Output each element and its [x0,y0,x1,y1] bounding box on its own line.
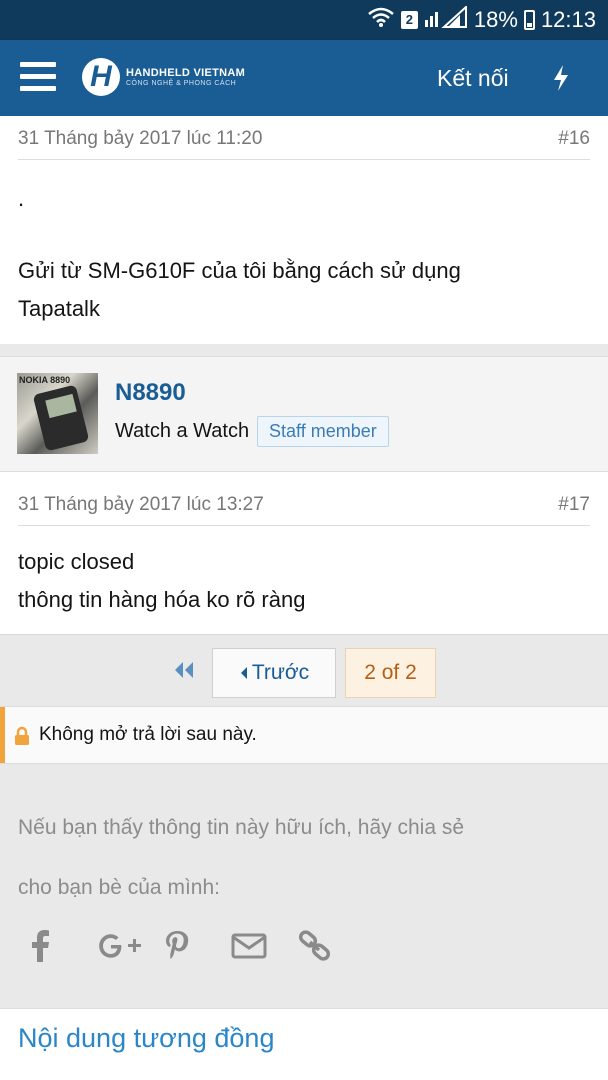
chevron-left-icon [240,667,247,679]
share-buttons [30,928,365,964]
sim-badge: 2 [400,11,418,29]
staff-badge: Staff member [257,416,389,447]
menu-icon[interactable] [20,62,56,94]
username[interactable]: N8890 [115,379,186,407]
post-date[interactable]: 31 Tháng bảy 2017 lúc 13:27 [18,494,264,516]
site-logo[interactable]: H HANDHELD VIETNAM CÔNG NGHỆ & PHONG CÁC… [82,58,245,96]
facebook-icon[interactable] [30,928,97,964]
related-content-title[interactable]: Nội dung tương đồng [18,1023,274,1054]
pagination: Trước 2 of 2 [0,634,608,706]
avatar[interactable]: NOKIA 8890 [17,373,98,454]
share-prompt: Nếu bạn thấy thông tin này hữu ích, hãy … [18,816,465,899]
signal-icon [424,4,468,34]
email-icon[interactable] [231,928,298,964]
app-header: H HANDHELD VIETNAM CÔNG NGHỆ & PHONG CÁC… [0,40,608,116]
post-date[interactable]: 31 Tháng bảy 2017 lúc 11:20 [18,128,262,150]
google-plus-icon[interactable] [97,928,164,964]
wifi-icon [367,6,395,34]
clock: 12:13 [540,7,596,32]
bolt-icon[interactable] [550,64,572,97]
link-icon[interactable] [298,928,365,964]
battery-percent: 18% [473,7,518,32]
pinterest-icon[interactable] [164,928,231,964]
current-page[interactable]: 2 of 2 [345,648,436,698]
post-number[interactable]: #17 [558,494,590,516]
first-page-icon[interactable] [173,659,195,686]
related-content: Nội dung tương đồng [0,1008,608,1080]
battery-icon [523,10,535,30]
locked-text: Không mở trả lời sau này. [39,724,257,745]
prev-page-button[interactable]: Trước [212,648,336,698]
logo-mark: H [82,58,120,96]
logo-title: HANDHELD VIETNAM [126,67,246,79]
logo-tagline: CÔNG NGHỆ & PHONG CÁCH [126,80,237,87]
user-title: Watch a Watch [115,420,250,442]
post-number[interactable]: #16 [558,128,590,150]
post-body: topic closed thông tin hàng hóa ko rõ rà… [18,549,306,612]
post-17: 31 Tháng bảy 2017 lúc 13:27 #17 topic cl… [0,472,608,634]
thread-locked-notice: Không mở trả lời sau này. [0,706,608,764]
post-author: NOKIA 8890 N8890 Watch a Watch Staff mem… [0,356,608,472]
notice-accent [0,707,5,763]
post-16: 31 Tháng bảy 2017 lúc 11:20 #16 . Gửi từ… [0,116,608,344]
connect-link[interactable]: Kết nối [437,65,509,92]
lock-icon [14,726,30,751]
status-bar: 2 18% 12:13 [0,0,608,40]
post-body: . Gửi từ SM-G610F của tôi bằng cách sử d… [18,186,461,321]
